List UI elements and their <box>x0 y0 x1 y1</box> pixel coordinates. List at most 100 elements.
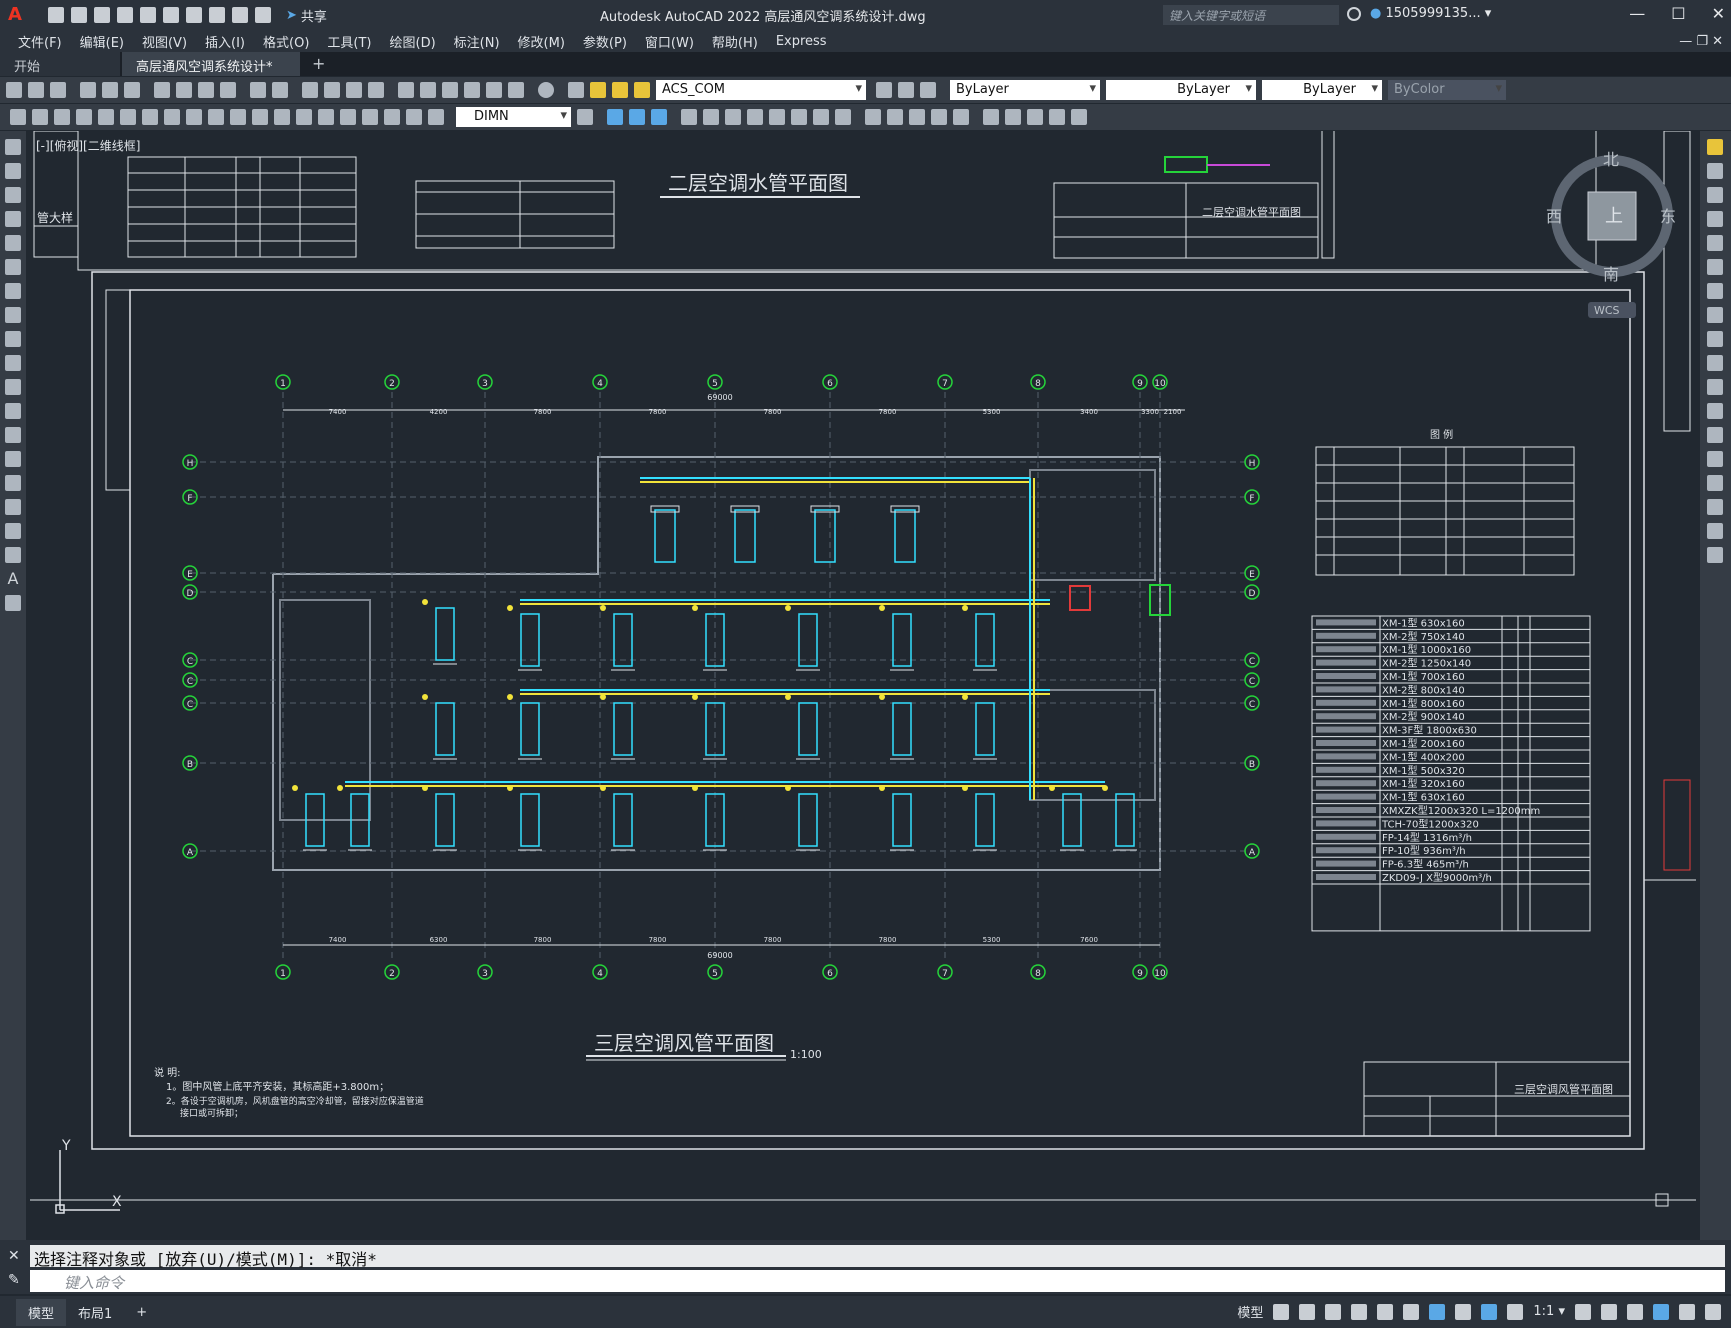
grid-icon[interactable] <box>1273 1303 1290 1320</box>
make-current-icon[interactable] <box>876 82 892 98</box>
redo-icon[interactable] <box>232 7 248 23</box>
isodraft-icon[interactable] <box>1377 1303 1394 1320</box>
jogged-linear-icon[interactable] <box>362 109 378 125</box>
snap-icon[interactable] <box>1299 1303 1316 1320</box>
color-dropdown[interactable]: ByLayer <box>950 80 1100 100</box>
break-point-icon[interactable] <box>1707 403 1723 419</box>
break-icon[interactable] <box>1707 427 1723 443</box>
circle-icon[interactable] <box>5 283 21 299</box>
hatch-icon[interactable] <box>5 475 21 491</box>
table-icon[interactable] <box>5 547 21 563</box>
plot-icon[interactable] <box>186 7 202 23</box>
command-input[interactable]: 键入命令 <box>30 1270 1725 1292</box>
join-icon[interactable] <box>1707 451 1723 467</box>
extend-icon[interactable] <box>1707 379 1723 395</box>
customize-qat-icon[interactable] <box>255 7 271 23</box>
attr-extract-icon[interactable] <box>835 109 851 125</box>
close-icon[interactable]: ✕ <box>1712 4 1725 23</box>
move-icon[interactable] <box>1707 259 1723 275</box>
viewcube-south[interactable]: 南 <box>1603 265 1619 284</box>
image-icon[interactable] <box>1049 109 1065 125</box>
linetype-dropdown[interactable]: ByLayer <box>1106 80 1256 100</box>
group-select-icon[interactable] <box>931 109 947 125</box>
ungroup-icon[interactable] <box>887 109 903 125</box>
baseline-icon[interactable] <box>208 109 224 125</box>
erase-icon[interactable] <box>1707 139 1723 155</box>
qnew-icon[interactable] <box>6 82 22 98</box>
angular-icon[interactable] <box>164 109 180 125</box>
dim-text-edit-icon[interactable] <box>406 109 422 125</box>
viewcube-east[interactable]: 东 <box>1660 207 1676 226</box>
model-space-button[interactable]: 模型 <box>1237 1302 1263 1321</box>
menu-format[interactable]: 格式(O) <box>263 32 309 51</box>
menu-draw[interactable]: 绘图(D) <box>390 32 436 51</box>
annotation-visibility-icon[interactable] <box>1481 1303 1498 1320</box>
ellipse-icon[interactable] <box>5 355 21 371</box>
create-block-icon[interactable] <box>1005 109 1021 125</box>
spline-edit-icon[interactable] <box>747 109 763 125</box>
tab-start[interactable]: 开始 <box>0 52 120 76</box>
tab-drawing[interactable]: 高层通风空调系统设计* ✕ <box>122 52 300 90</box>
gradient-icon[interactable] <box>5 499 21 515</box>
customization-menu-icon[interactable] <box>1705 1303 1721 1320</box>
dimstyle-dropdown[interactable]: DIMN <box>456 107 571 127</box>
match-prop-icon[interactable] <box>220 82 236 98</box>
linear-dim-icon[interactable] <box>10 109 26 125</box>
add-layout-button[interactable]: + <box>124 1301 159 1324</box>
quick-props-icon[interactable] <box>1653 1303 1669 1320</box>
osnap-icon[interactable] <box>1429 1303 1446 1320</box>
dim-break-icon[interactable] <box>274 109 290 125</box>
pan-icon[interactable] <box>302 82 318 98</box>
mirror-icon[interactable] <box>1707 187 1723 203</box>
region-icon[interactable] <box>5 523 21 539</box>
insert-block-icon[interactable] <box>983 109 999 125</box>
layer-previous-icon[interactable] <box>898 82 914 98</box>
new-tab-button[interactable]: + <box>302 52 335 76</box>
hatch-edit-icon[interactable] <box>703 109 719 125</box>
menu-parametric[interactable]: 参数(P) <box>583 32 627 51</box>
menu-edit[interactable]: 编辑(E) <box>80 32 124 51</box>
menu-express[interactable]: Express <box>776 34 827 49</box>
save-web-icon[interactable] <box>163 7 179 23</box>
doc-window-controls[interactable]: — ❐ ✕ <box>1679 34 1723 49</box>
dim-space-icon[interactable] <box>252 109 268 125</box>
plotstyle-dropdown[interactable]: ByColor <box>1388 80 1506 100</box>
zoom-realtime-icon[interactable] <box>324 82 340 98</box>
point-icon[interactable] <box>5 451 21 467</box>
ellipse-arc-icon[interactable] <box>5 379 21 395</box>
print-icon[interactable] <box>80 82 96 98</box>
share-button[interactable]: ➤ 共享 <box>286 6 327 25</box>
open-icon[interactable] <box>71 7 87 23</box>
tolerance-icon[interactable] <box>296 109 312 125</box>
explode-icon[interactable] <box>1707 547 1723 563</box>
layer-dropdown[interactable]: ACS_COM <box>656 80 866 100</box>
publish-icon[interactable] <box>124 82 140 98</box>
drawing-canvas[interactable]: 管大样 二层空调水管平面图 二层空调水管平面图 1 1 2 2 3 3 4 4 5 5 6 6 7 7 8 8… <box>30 131 1696 1231</box>
open-file-icon[interactable] <box>28 82 44 98</box>
polygon-icon[interactable] <box>5 211 21 227</box>
sheet-set-icon[interactable] <box>464 82 480 98</box>
viewport-controls[interactable]: [-][俯视][二维线框] <box>36 137 140 154</box>
annotation-scale[interactable]: 1:1 ▾ <box>1533 1304 1565 1319</box>
markup-icon[interactable] <box>486 82 502 98</box>
tool-palettes-icon[interactable] <box>442 82 458 98</box>
scale-icon[interactable] <box>1707 307 1723 323</box>
spline-icon[interactable] <box>5 331 21 347</box>
block-attr-icon[interactable] <box>791 109 807 125</box>
blend-icon[interactable] <box>1707 523 1723 539</box>
offset-icon[interactable] <box>1707 211 1723 227</box>
draworder-back-icon[interactable] <box>629 109 645 125</box>
redo-tb-icon[interactable] <box>272 82 288 98</box>
fillet-icon[interactable] <box>1707 499 1723 515</box>
ortho-icon[interactable] <box>1325 1303 1342 1320</box>
rotate-icon[interactable] <box>1707 283 1723 299</box>
ole-icon[interactable] <box>1071 109 1087 125</box>
properties-icon[interactable] <box>398 82 414 98</box>
new-icon[interactable] <box>48 7 64 23</box>
menu-modify[interactable]: 修改(M) <box>518 32 565 51</box>
menu-insert[interactable]: 插入(I) <box>205 32 245 51</box>
trim-icon[interactable] <box>1707 355 1723 371</box>
minimize-icon[interactable]: — <box>1629 4 1645 23</box>
group-icon[interactable] <box>865 109 881 125</box>
ordinate-icon[interactable] <box>76 109 92 125</box>
